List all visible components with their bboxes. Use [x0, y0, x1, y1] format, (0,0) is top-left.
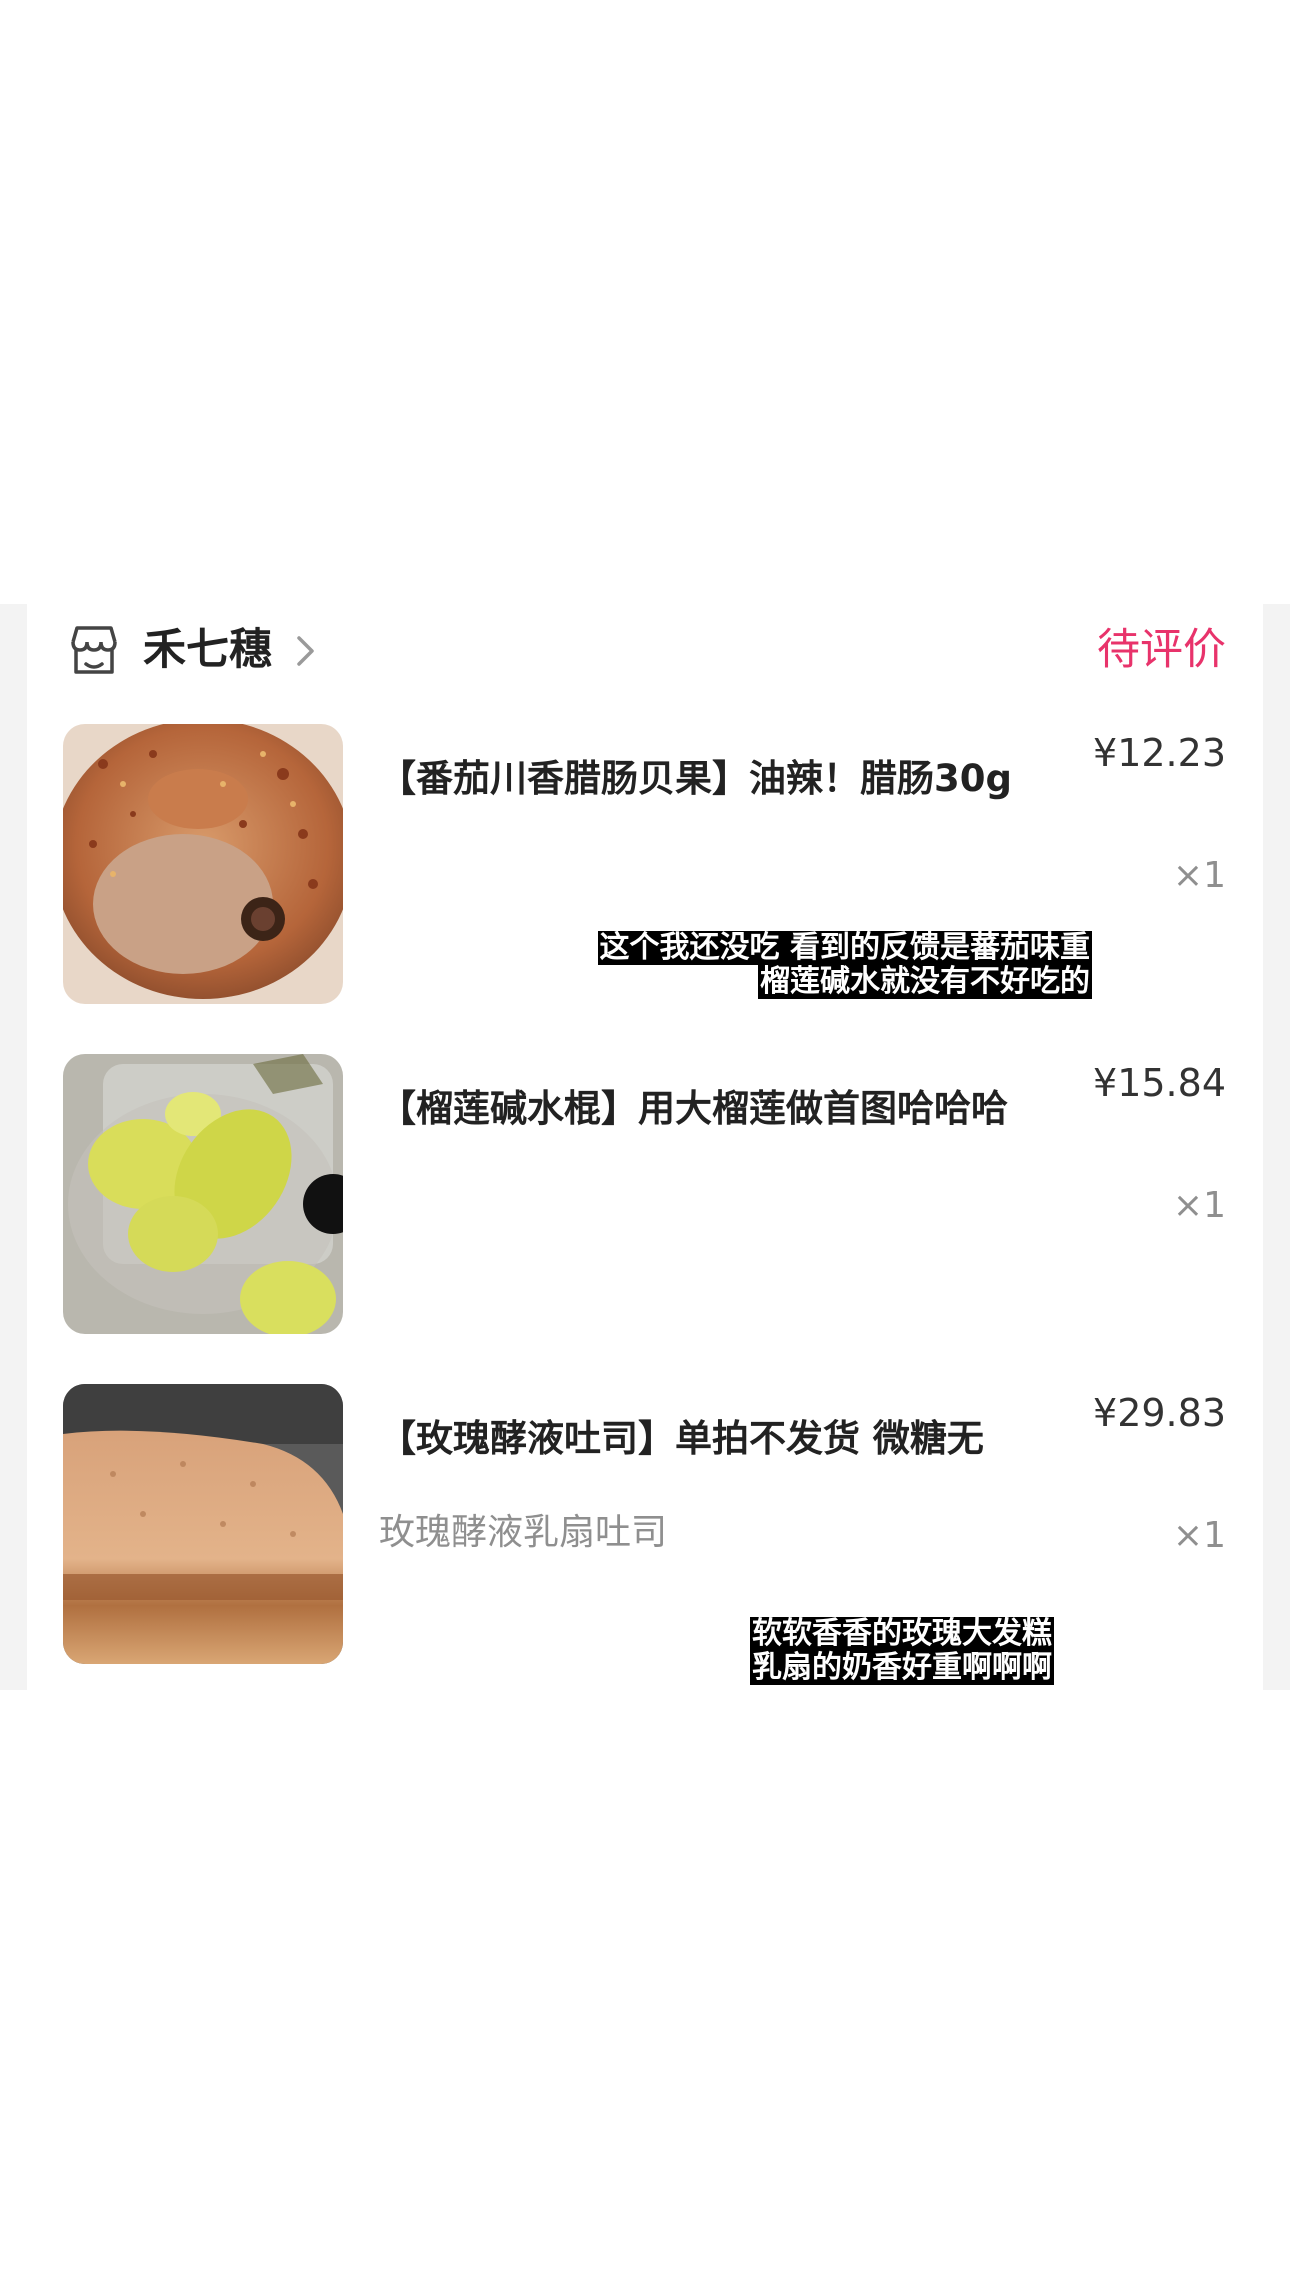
shop-name[interactable]: 禾七穗 — [143, 622, 272, 678]
order-item-row[interactable]: 【榴莲碱水棍】用大榴莲做首图哈哈哈 ¥15.84 ×1 — [27, 1054, 1263, 1354]
caption-line: 这个我还没吃 看到的反馈是蕃茄味重 — [597, 930, 1092, 965]
chevron-right-icon — [297, 636, 314, 666]
order-item-row[interactable]: 【玫瑰酵液吐司】单拍不发货 微糖无 玫瑰酵液乳扇吐司 ¥29.83 ×1 — [27, 1384, 1263, 1684]
caption-line: 榴莲碱水就没有不好吃的 — [758, 964, 1092, 999]
product-thumbnail[interactable] — [63, 1054, 343, 1334]
product-quantity: ×1 — [1172, 855, 1226, 896]
product-thumbnail[interactable] — [63, 1384, 343, 1664]
overlay-caption: 软软香香的玫瑰大发糕 乳扇的奶香好重啊啊啊 — [750, 1617, 1054, 1685]
product-title[interactable]: 【玫瑰酵液吐司】单拍不发货 微糖无 — [379, 1414, 1079, 1464]
order-card: 禾七穗 待评价 【番茄川香腊肠贝果】油辣！腊肠30g ¥12.23 ×1 【榴莲… — [27, 604, 1263, 1690]
shop-header[interactable]: 禾七穗 待评价 — [27, 604, 1263, 694]
toast-photo — [63, 1384, 343, 1664]
durian-photo — [63, 1054, 343, 1334]
product-thumbnail[interactable] — [63, 724, 343, 1004]
product-price: ¥15.84 — [1093, 1061, 1226, 1105]
product-price: ¥12.23 — [1093, 731, 1226, 775]
bagel-photo — [63, 724, 343, 1004]
caption-line: 软软香香的玫瑰大发糕 — [750, 1616, 1054, 1651]
caption-line: 乳扇的奶香好重啊啊啊 — [750, 1650, 1054, 1685]
product-spec: 玫瑰酵液乳扇吐司 — [379, 1512, 668, 1553]
product-quantity: ×1 — [1172, 1185, 1226, 1226]
product-title[interactable]: 【榴莲碱水棍】用大榴莲做首图哈哈哈 — [379, 1084, 1079, 1134]
order-status-label: 待评价 — [1097, 625, 1226, 675]
product-title[interactable]: 【番茄川香腊肠贝果】油辣！腊肠30g — [379, 754, 1079, 804]
product-price: ¥29.83 — [1093, 1391, 1226, 1435]
shop-icon — [71, 626, 117, 674]
overlay-caption: 这个我还没吃 看到的反馈是蕃茄味重 榴莲碱水就没有不好吃的 — [597, 930, 1092, 999]
product-quantity: ×1 — [1172, 1515, 1226, 1556]
